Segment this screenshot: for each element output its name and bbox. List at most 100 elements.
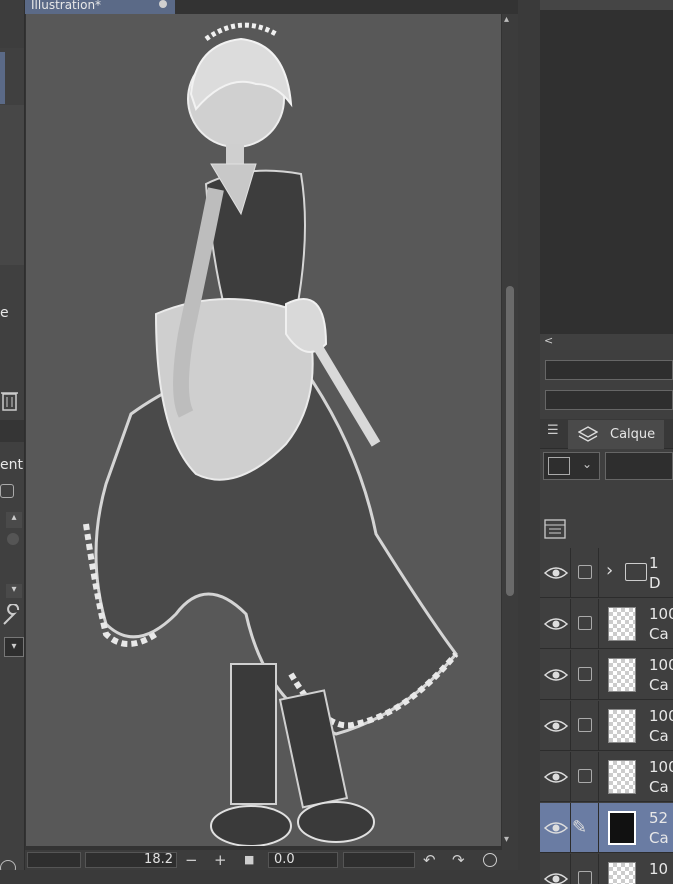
left-tool-strip: e ent ▴ ▾ ▾ xyxy=(0,0,25,884)
rotate-right-button[interactable]: ↷ xyxy=(452,850,465,870)
layer-thumbnail xyxy=(608,760,636,794)
lock-icon[interactable] xyxy=(0,484,14,498)
chevron-right-icon[interactable]: › xyxy=(606,560,613,581)
layer-thumbnail xyxy=(608,811,636,845)
close-icon[interactable] xyxy=(159,0,167,8)
layer-opacity: 100 xyxy=(649,656,673,674)
panel-divider xyxy=(518,0,540,884)
chevron-up-icon[interactable]: ▴ xyxy=(6,512,22,528)
rotation-field[interactable]: 0.0 xyxy=(268,852,338,868)
column-separator xyxy=(570,701,571,751)
fit-button[interactable]: ■ xyxy=(244,850,254,870)
blend-mode-select[interactable]: ⌄ xyxy=(543,452,600,480)
layer-thumbnail xyxy=(608,862,636,884)
pen-icon[interactable]: ✎ xyxy=(572,817,587,838)
navigator-panel[interactable] xyxy=(540,0,673,334)
layer-opacity: 52 xyxy=(649,809,669,827)
eye-icon[interactable] xyxy=(543,870,569,884)
layer-name: Ca xyxy=(649,829,669,847)
layer-opacity: 1 xyxy=(649,554,659,572)
column-separator xyxy=(598,803,599,853)
layer-settings-icon[interactable] xyxy=(544,519,566,539)
color-dot-icon[interactable] xyxy=(7,533,19,545)
layer-lock-checkbox[interactable] xyxy=(578,871,592,884)
left-panel-label: e xyxy=(0,305,9,321)
rotate-left-button[interactable]: ↶ xyxy=(423,850,436,870)
tool-property-block[interactable] xyxy=(0,105,24,265)
layer-opacity: 100 xyxy=(649,758,673,776)
zoom-field[interactable]: 18.2 xyxy=(85,852,177,868)
blend-swatch xyxy=(548,457,570,475)
layer-opacity: 10 xyxy=(649,860,669,878)
layer-row[interactable]: 100 Ca xyxy=(540,701,673,751)
zoom-in-button[interactable]: + xyxy=(214,850,227,870)
right-panel: < ☰ Calque ⌄ › 1 D 100 Ca 100 Ca 100 Ca 100 Ca ✎ 52 C… xyxy=(540,0,673,884)
layer-properties-row: ⌄ xyxy=(540,449,673,547)
layer-lock-checkbox[interactable] xyxy=(578,565,592,579)
scrollbar-thumb[interactable] xyxy=(506,286,514,596)
navigator-scrollbar[interactable]: < xyxy=(540,334,673,350)
layer-row[interactable]: 100 Ca xyxy=(540,599,673,649)
collapse-arrow-icon[interactable]: < xyxy=(544,334,553,347)
layer-panel-tabbar: ☰ Calque xyxy=(540,419,673,449)
scroll-down-icon[interactable]: ▾ xyxy=(504,834,509,845)
folder-icon xyxy=(625,563,647,581)
drawing-canvas[interactable] xyxy=(26,14,501,846)
layer-lock-checkbox[interactable] xyxy=(578,616,592,630)
eye-icon[interactable] xyxy=(543,615,569,633)
layers-icon xyxy=(578,426,598,442)
eye-icon[interactable] xyxy=(543,564,569,582)
layer-thumbnail xyxy=(608,607,636,641)
property-field-2[interactable] xyxy=(545,390,673,410)
canvas-status-bar: 18.2 − + ■ 0.0 ↶ ↷ xyxy=(25,850,518,870)
chevron-down-icon[interactable]: ▾ xyxy=(6,584,22,598)
layer-row[interactable]: ✎ 52 Ca xyxy=(540,803,673,853)
navigator-header xyxy=(540,0,673,10)
zoom-out-button[interactable]: − xyxy=(185,850,198,870)
panel-separator xyxy=(0,420,24,442)
wrench-icon[interactable] xyxy=(0,604,22,628)
eye-icon[interactable] xyxy=(543,768,569,786)
layer-opacity: 100 xyxy=(649,605,673,623)
layer-name: D xyxy=(649,574,661,592)
scroll-up-icon[interactable]: ▴ xyxy=(504,14,509,25)
eye-icon[interactable] xyxy=(543,666,569,684)
reset-rotation-icon[interactable] xyxy=(483,853,497,867)
column-separator xyxy=(598,599,599,649)
layer-row[interactable]: 100 Ca xyxy=(540,650,673,700)
layer-row[interactable]: 10 xyxy=(540,854,673,884)
column-separator xyxy=(570,752,571,802)
column-separator xyxy=(570,803,571,853)
zoom-slider[interactable] xyxy=(27,852,81,868)
column-separator xyxy=(598,752,599,802)
tab-calque-label: Calque xyxy=(610,427,656,442)
column-separator xyxy=(570,599,571,649)
tool-selected-indicator xyxy=(0,52,5,104)
column-separator xyxy=(598,854,599,884)
eye-icon[interactable] xyxy=(543,819,569,837)
document-tab-label: Illustration* xyxy=(31,0,102,12)
layer-name: Ca xyxy=(649,625,669,643)
tab-calque[interactable]: Calque xyxy=(568,420,664,449)
property-field-1[interactable] xyxy=(545,360,673,380)
rotation-slider[interactable] xyxy=(343,852,415,868)
layer-lock-checkbox[interactable] xyxy=(578,718,592,732)
layer-lock-checkbox[interactable] xyxy=(578,667,592,681)
layer-name: Ca xyxy=(649,676,669,694)
eye-icon[interactable] xyxy=(543,717,569,735)
column-separator xyxy=(598,548,599,598)
layer-lock-checkbox[interactable] xyxy=(578,769,592,783)
document-tab[interactable]: Illustration* xyxy=(25,0,175,14)
layer-folder-row[interactable]: › 1 D xyxy=(540,548,673,598)
panel-menu-icon[interactable]: ☰ xyxy=(547,423,559,438)
column-separator xyxy=(570,548,571,598)
column-separator xyxy=(570,854,571,884)
layer-opacity-field[interactable] xyxy=(605,452,673,480)
layer-row[interactable]: 100 Ca xyxy=(540,752,673,802)
layer-name: Ca xyxy=(649,727,669,745)
dropdown-icon[interactable]: ▾ xyxy=(4,637,24,657)
chevron-down-icon: ⌄ xyxy=(582,457,593,471)
trash-icon[interactable] xyxy=(0,388,20,412)
column-separator xyxy=(570,650,571,700)
vertical-scrollbar[interactable]: ▴ ▾ xyxy=(502,14,518,850)
